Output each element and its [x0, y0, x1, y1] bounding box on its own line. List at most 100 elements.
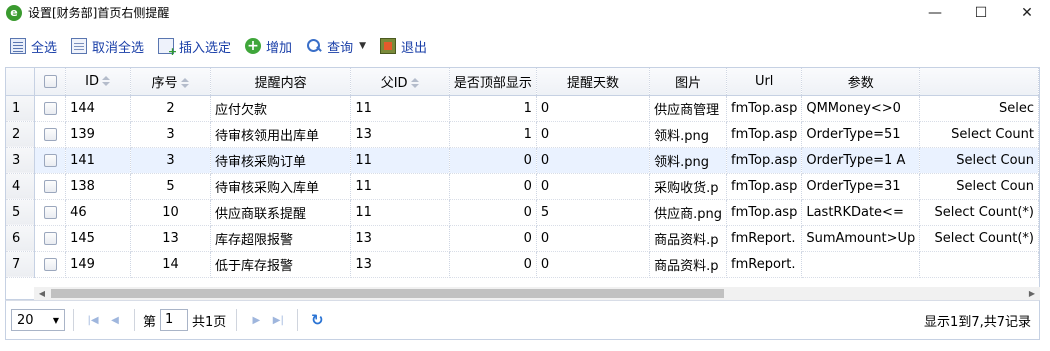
cell-params: QMMoney<>0 — [801, 95, 921, 122]
row-checkbox-cell[interactable] — [34, 121, 67, 148]
row-number: 4 — [6, 173, 36, 200]
page-number-input[interactable]: 1 — [160, 309, 189, 331]
row-checkbox-cell[interactable] — [34, 147, 67, 174]
row-checkbox-cell[interactable] — [34, 95, 67, 122]
add-button[interactable]: + 增加 — [245, 37, 292, 56]
cell-url: fmTop.asp — [726, 121, 803, 148]
cell-id: 46 — [65, 199, 132, 226]
exit-button[interactable]: 退出 — [380, 37, 427, 56]
separator — [73, 309, 74, 331]
last-page-button[interactable]: ▶| — [267, 309, 289, 331]
close-button[interactable]: ✕ — [1004, 0, 1050, 25]
cell-content: 待审核采购入库单 — [210, 173, 352, 200]
query-button[interactable]: 查询 ▼ — [306, 37, 366, 56]
scroll-right-icon[interactable]: ▶ — [1024, 287, 1040, 300]
cell-id: 149 — [65, 251, 132, 278]
checkbox-icon[interactable] — [43, 231, 57, 245]
refresh-icon: ↻ — [311, 311, 324, 329]
select-all-checkbox-header[interactable] — [34, 68, 67, 96]
select-all-button[interactable]: 全选 — [10, 37, 57, 56]
column-header-seq[interactable]: 序号 — [130, 68, 211, 96]
table-row[interactable]: 3 141 3 待审核采购订单 11 0 0 领料.png fmTop.asp OrderType… — [6, 147, 1039, 174]
table-row[interactable]: 5 46 10 供应商联系提醒 11 0 5 供应商.png fmTop.asp LastRKDa… — [6, 199, 1039, 226]
column-header-params[interactable]: 参数 — [801, 68, 921, 96]
checkbox-icon[interactable] — [43, 179, 57, 193]
cell-image: 领料.png — [649, 121, 728, 148]
prev-page-button[interactable]: ◀ — [104, 309, 126, 331]
checkbox-icon[interactable] — [43, 101, 57, 115]
checkbox-icon[interactable] — [43, 127, 57, 141]
column-header-days[interactable]: 提醒天数 — [536, 68, 651, 96]
separator — [297, 309, 299, 331]
column-header-image[interactable]: 图片 — [649, 68, 728, 96]
table-row[interactable]: 2 139 3 待审核领用出库单 13 1 0 领料.png fmTop.asp OrderTyp… — [6, 121, 1039, 148]
cell-sql: Select Count — [919, 121, 1039, 148]
row-checkbox-cell[interactable] — [34, 199, 67, 226]
refresh-button[interactable]: ↻ — [306, 309, 328, 331]
cell-sql: Select Coun — [919, 173, 1039, 200]
maximize-button[interactable]: ☐ — [958, 0, 1004, 25]
cell-image: 商品资料.p — [649, 251, 728, 278]
insert-selected-label: 插入选定 — [179, 40, 232, 56]
table-row[interactable]: 7 149 14 低于库存报警 13 0 0 商品资料.p fmReport. — [6, 251, 1039, 278]
table-row[interactable]: 4 138 5 待审核采购入库单 11 0 0 采购收货.p fmTop.asp OrderTyp… — [6, 173, 1039, 200]
cell-seq: 3 — [130, 147, 211, 174]
cell-content: 供应商联系提醒 — [210, 199, 352, 226]
cell-sql — [919, 251, 1039, 278]
checkbox-icon[interactable] — [43, 153, 57, 167]
table-row[interactable]: 1 144 2 应付欠款 11 1 0 供应商管理 fmTop.asp QMMoney<>0 Sel… — [6, 95, 1039, 122]
row-checkbox-cell[interactable] — [34, 173, 67, 200]
list-icon — [10, 38, 26, 54]
column-header-content[interactable]: 提醒内容 — [210, 68, 352, 96]
checkbox-icon[interactable] — [43, 257, 57, 271]
sort-icon — [410, 77, 420, 89]
cell-show-top: 1 — [449, 121, 537, 148]
table-row[interactable]: 6 145 13 库存超限报警 13 0 0 商品资料.p fmReport. SumAmount… — [6, 225, 1039, 252]
first-page-icon: |◀ — [87, 314, 99, 326]
cell-params: OrderType=1 A — [801, 147, 921, 174]
row-number: 1 — [6, 95, 36, 122]
column-header-url[interactable]: Url — [726, 68, 803, 96]
column-header-sql[interactable] — [919, 68, 1039, 96]
minimize-button[interactable]: — — [912, 0, 958, 25]
toolbar: 全选 取消全选 插入选定 + 增加 查询 ▼ 退出 — [0, 25, 1050, 67]
scroll-left-icon[interactable]: ◀ — [34, 287, 50, 300]
row-number: 2 — [6, 121, 36, 148]
checkbox-icon[interactable] — [43, 74, 57, 88]
ie-icon: e — [6, 4, 22, 21]
sort-icon — [180, 77, 190, 89]
row-checkbox-cell[interactable] — [34, 251, 67, 278]
cell-content: 库存超限报警 — [210, 225, 352, 252]
cell-params — [801, 251, 921, 278]
cell-show-top: 0 — [449, 147, 537, 174]
add-icon: + — [245, 38, 262, 54]
row-checkbox-cell[interactable] — [34, 225, 67, 252]
cell-seq: 3 — [130, 121, 211, 148]
caret-down-icon[interactable]: ▼ — [359, 41, 366, 51]
page-size-value: 20 — [17, 312, 34, 328]
cell-days: 5 — [536, 199, 651, 226]
next-page-button[interactable]: ▶ — [245, 309, 267, 331]
cell-parent-id: 13 — [350, 225, 450, 252]
cell-id: 139 — [65, 121, 132, 148]
cell-seq: 5 — [130, 173, 211, 200]
cell-parent-id: 11 — [350, 199, 450, 226]
page-size-select[interactable]: 20 ▼ — [11, 309, 65, 331]
dropdown-icon: ▼ — [52, 315, 59, 325]
column-header-id[interactable]: ID — [65, 68, 132, 96]
cell-parent-id: 11 — [350, 147, 450, 174]
insert-selected-button[interactable]: 插入选定 — [158, 37, 232, 58]
query-label: 查询 — [327, 40, 354, 56]
cell-url: fmTop.asp — [726, 95, 803, 122]
first-page-button[interactable]: |◀ — [82, 309, 104, 331]
horizontal-scrollbar[interactable]: ◀ ▶ — [34, 287, 1040, 300]
cell-content: 应付欠款 — [210, 95, 352, 122]
column-header-parent-id[interactable]: 父ID — [350, 68, 450, 96]
cancel-select-all-button[interactable]: 取消全选 — [71, 37, 144, 56]
cell-url: fmTop.asp — [726, 199, 803, 226]
column-header-show-top[interactable]: 是否顶部显示 — [449, 68, 537, 96]
search-icon — [306, 38, 322, 54]
checkbox-icon[interactable] — [43, 205, 57, 219]
last-page-icon: ▶| — [272, 314, 284, 326]
scrollbar-thumb[interactable] — [51, 289, 724, 298]
